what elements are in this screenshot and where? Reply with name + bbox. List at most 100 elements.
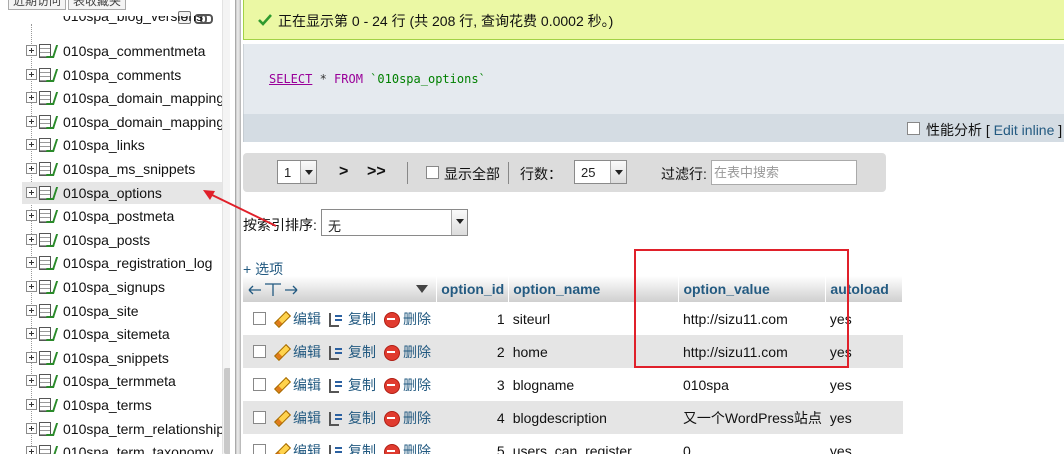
expand-plus-icon[interactable] (26, 92, 37, 104)
column-header-option-value[interactable]: option_value (678, 276, 827, 302)
tree-item-label[interactable]: 010spa_sitemeta (63, 326, 170, 342)
filter-rows-input[interactable] (714, 162, 854, 183)
edit-inline-link[interactable]: Edit inline (994, 122, 1055, 138)
table-icon[interactable] (39, 185, 58, 200)
rows-per-page-select[interactable]: 25 (574, 160, 627, 184)
tree-item-table[interactable]: 010spa_term_relationships (22, 418, 230, 440)
cell-autoload[interactable]: yes (825, 335, 903, 368)
sort-down-icon[interactable] (416, 285, 429, 293)
tree-item-label[interactable]: 010spa_snippets (63, 350, 169, 366)
tree-item-table[interactable]: 010spa_site (22, 300, 222, 322)
delete-button[interactable]: 删除 (384, 375, 431, 395)
tree-item-label[interactable]: 010spa_options (63, 185, 162, 201)
sql-select-keyword[interactable]: SELECT (269, 72, 312, 86)
cell-option-value[interactable]: 又一个WordPress站点 (678, 401, 826, 434)
table-icon[interactable] (39, 138, 58, 153)
expand-plus-icon[interactable] (26, 375, 37, 387)
tree-item-label[interactable]: 010spa_ms_snippets (63, 161, 195, 177)
row-checkbox[interactable] (253, 378, 266, 391)
cell-option-value[interactable]: 010spa (678, 368, 826, 401)
tree-item-label[interactable]: 010spa_links (63, 137, 145, 153)
cell-option-id[interactable]: 3 (436, 368, 509, 401)
tree-item-label[interactable]: 010spa_site (63, 303, 139, 319)
tree-item-label[interactable]: 010spa_term_relationships (63, 421, 230, 437)
expand-plus-icon[interactable] (26, 281, 37, 292)
tree-item-table[interactable]: 010spa_sitemeta (22, 323, 222, 345)
delete-button[interactable]: 删除 (384, 342, 431, 362)
tree-item-table[interactable]: 010spa_termmeta (22, 370, 222, 392)
chevron-down-icon[interactable] (610, 161, 626, 183)
filter-rows-field[interactable] (711, 160, 857, 185)
tree-item-table[interactable]: 010spa_comments (22, 64, 222, 86)
copy-button[interactable]: 复制 (329, 408, 376, 428)
table-icon[interactable] (39, 280, 58, 294)
tree-item-table[interactable]: 010spa_posts (22, 229, 222, 251)
show-all-label[interactable]: 显示全部 (444, 164, 500, 184)
tree-item-label[interactable]: 010spa_posts (63, 232, 150, 248)
expand-plus-icon[interactable] (26, 163, 37, 174)
recent-tab[interactable]: 近期访问 (8, 0, 67, 10)
favorites-tab[interactable]: 表收藏夹 (68, 0, 127, 10)
cell-autoload[interactable]: yes (825, 401, 903, 434)
profiling-checkbox[interactable] (907, 122, 920, 135)
expand-plus-icon[interactable] (26, 328, 37, 340)
tree-item-label[interactable]: 010spa_term_taxonomy (63, 444, 213, 454)
row-checkbox[interactable] (253, 444, 266, 454)
last-page-button[interactable]: >> (367, 163, 386, 181)
tree-item-table[interactable]: 010spa_registration_log (22, 252, 222, 274)
expand-plus-icon[interactable] (26, 304, 37, 316)
cell-option-id[interactable]: 1 (436, 302, 509, 335)
show-all-checkbox[interactable] (426, 166, 439, 179)
table-icon[interactable] (39, 232, 58, 247)
delete-button[interactable]: 删除 (384, 441, 431, 454)
table-icon[interactable] (39, 327, 58, 342)
cell-option-name[interactable]: siteurl (508, 302, 679, 335)
tree-item-table[interactable]: 010spa_domain_mapping_logins (22, 111, 230, 133)
table-icon[interactable] (39, 256, 58, 271)
table-icon[interactable] (39, 209, 58, 224)
edit-button[interactable]: 编辑 (274, 441, 321, 454)
tree-item-label[interactable]: 010spa_domain_mapping (63, 90, 224, 106)
edit-button[interactable]: 编辑 (274, 408, 321, 428)
expand-plus-icon[interactable] (26, 233, 37, 245)
next-page-button[interactable]: > (339, 163, 348, 181)
cell-option-value[interactable]: 0 (678, 434, 826, 454)
table-icon[interactable] (39, 445, 58, 454)
cell-option-id[interactable]: 4 (436, 401, 509, 434)
page-select[interactable]: 1 (277, 160, 317, 184)
tree-item-label[interactable]: 010spa_termmeta (63, 373, 176, 389)
expand-plus-icon[interactable] (26, 45, 37, 56)
tree-item-label[interactable]: 010spa_comments (63, 67, 181, 83)
expand-plus-icon[interactable] (26, 422, 37, 434)
edit-button[interactable]: 编辑 (274, 309, 321, 329)
delete-button[interactable]: 删除 (384, 309, 431, 329)
table-icon[interactable] (39, 114, 58, 129)
expand-plus-icon[interactable] (26, 210, 37, 222)
copy-button[interactable]: 复制 (329, 441, 376, 454)
row-checkbox[interactable] (253, 312, 266, 325)
tree-item-table[interactable]: 010spa_ms_snippets (22, 158, 222, 180)
profiling-label[interactable]: 性能分析 (926, 122, 982, 138)
copy-button[interactable]: 复制 (329, 309, 376, 329)
tree-item-partial[interactable]: 010spa_blog_versions (22, 16, 222, 26)
chevron-down-icon[interactable] (451, 210, 467, 235)
cell-option-name[interactable]: blogdescription (508, 401, 679, 434)
column-header-option-name[interactable]: option_name (508, 276, 680, 302)
cell-option-name[interactable]: blogname (508, 368, 679, 401)
cell-option-value[interactable]: http://sizu11.com (678, 302, 826, 335)
cell-autoload[interactable]: yes (825, 368, 903, 401)
cell-option-name[interactable]: users_can_register (508, 434, 679, 454)
column-header-option-id[interactable]: option_id (436, 276, 510, 302)
copy-button[interactable]: 复制 (329, 342, 376, 362)
column-header-autoload[interactable]: autoload (825, 276, 903, 302)
edit-button[interactable]: 编辑 (274, 375, 321, 395)
tree-item-table[interactable]: 010spa_signups (22, 276, 222, 298)
tree-item-table[interactable]: 010spa_postmeta (22, 205, 222, 227)
copy-button[interactable]: 复制 (329, 375, 376, 395)
cell-option-name[interactable]: home (508, 335, 679, 368)
tree-item-table[interactable]: 010spa_term_taxonomy (22, 441, 222, 454)
tree-item-label[interactable]: 010spa_registration_log (63, 255, 212, 271)
table-icon[interactable] (39, 91, 58, 106)
tree-item-label[interactable]: 010spa_domain_mapping_logins (63, 114, 230, 130)
table-icon[interactable] (39, 44, 58, 58)
